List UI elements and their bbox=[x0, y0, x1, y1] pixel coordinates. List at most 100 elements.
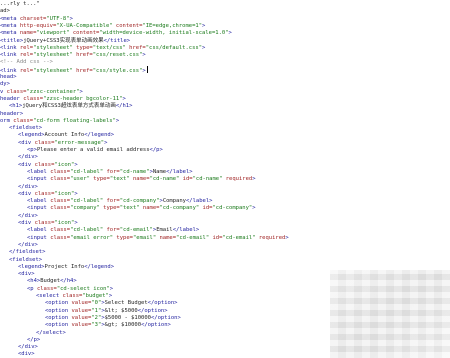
code-token: <input bbox=[27, 176, 51, 183]
code-line[interactable]: <h1>jQuery和CSS3超炫表单方式表单动画</h1> bbox=[9, 102, 132, 110]
code-token: name= bbox=[19, 30, 37, 37]
code-token: <option bbox=[45, 307, 72, 314]
code-line[interactable]: <p>Please enter a valid email address</p… bbox=[27, 146, 163, 154]
code-token: "zzsc-container" bbox=[26, 88, 80, 95]
code-token: value= bbox=[71, 322, 92, 329]
code-token: "cd-email" bbox=[222, 234, 256, 241]
code-token: "X-UA-Compatible" bbox=[56, 22, 113, 29]
code-token: </legend> bbox=[84, 263, 115, 270]
code-token: type= bbox=[89, 176, 110, 183]
code-token: name= bbox=[139, 205, 160, 212]
code-token: "company" bbox=[70, 205, 100, 212]
text-cursor bbox=[146, 65, 148, 73]
code-token: id= bbox=[209, 234, 223, 241]
code-token: <h1> bbox=[9, 103, 23, 110]
code-token: </label> bbox=[172, 227, 200, 234]
code-token: <input bbox=[27, 234, 51, 241]
code-token: </option> bbox=[141, 322, 171, 329]
code-token: &lt; $5000 bbox=[104, 307, 138, 314]
code-token: type= bbox=[113, 234, 133, 241]
code-token: "text/css" bbox=[92, 44, 126, 51]
code-token: "stylesheet" bbox=[33, 52, 73, 59]
code-token: "cd-name" bbox=[119, 168, 150, 175]
code-line[interactable]: <div> bbox=[18, 350, 35, 358]
code-token: </legend> bbox=[84, 132, 115, 139]
code-token: </label> bbox=[186, 198, 213, 205]
code-token: class= bbox=[50, 205, 71, 212]
code-token: class= bbox=[36, 285, 57, 292]
code-token: "user" bbox=[70, 176, 90, 183]
code-token: ad> bbox=[0, 8, 10, 15]
code-token: "cd-select icon" bbox=[56, 285, 110, 292]
code-token: class= bbox=[6, 88, 27, 95]
code-token: Select Budget bbox=[104, 300, 148, 307]
code-token: > bbox=[142, 67, 146, 74]
code-token: > bbox=[74, 190, 78, 197]
code-token: <meta bbox=[0, 22, 20, 29]
code-token: "stylesheet" bbox=[33, 67, 73, 74]
code-token: > bbox=[108, 293, 113, 299]
code-token: class= bbox=[34, 161, 55, 168]
code-token: class= bbox=[34, 139, 55, 146]
code-token: type= bbox=[99, 205, 120, 212]
code-token: <option bbox=[45, 300, 72, 307]
code-token: value= bbox=[71, 307, 92, 314]
code-token: class= bbox=[50, 227, 71, 234]
code-token: > bbox=[74, 220, 78, 226]
code-token: </fieldset> bbox=[9, 249, 46, 256]
code-token: name= bbox=[129, 176, 150, 183]
code-token: "email" bbox=[132, 234, 157, 241]
code-token: </div> bbox=[18, 344, 38, 351]
code-token: </div> bbox=[18, 241, 38, 248]
code-line[interactable]: <input class="company" type="text" name=… bbox=[27, 204, 256, 212]
code-token: </div> bbox=[18, 183, 38, 190]
code-token: "cd-label" bbox=[70, 168, 104, 175]
code-token: jQuery和CSS3超炫表单方式表单动画 bbox=[22, 103, 116, 110]
code-token: <input bbox=[27, 205, 51, 212]
code-token: Name bbox=[152, 168, 167, 175]
code-token: "cd-name" bbox=[149, 176, 180, 183]
code-token: href= bbox=[125, 44, 146, 51]
code-token: </p> bbox=[149, 147, 163, 153]
code-token: for= bbox=[103, 198, 120, 205]
code-token: > bbox=[142, 52, 146, 59]
code-token: </div> bbox=[18, 154, 38, 161]
code-line[interactable]: <input class="user" type="text" name="cd… bbox=[27, 175, 256, 183]
code-token: header> bbox=[0, 110, 24, 117]
code-token: <label bbox=[27, 227, 51, 234]
code-token: "text" bbox=[119, 205, 140, 212]
code-token: required bbox=[255, 234, 286, 241]
code-token: id= bbox=[179, 176, 193, 183]
code-token: <fieldset> bbox=[9, 125, 43, 132]
code-token: "0" bbox=[91, 300, 102, 307]
code-line[interactable]: <link rel="stylesheet" href="css/style.c… bbox=[0, 65, 148, 74]
code-token: > bbox=[115, 117, 120, 124]
code-token: </p> bbox=[27, 336, 41, 343]
code-token: "cd-company" bbox=[212, 205, 253, 212]
code-token: id= bbox=[199, 205, 213, 212]
code-token: rel= bbox=[19, 44, 34, 51]
code-token: > bbox=[285, 234, 289, 241]
code-token: class= bbox=[50, 198, 71, 205]
code-token: class= bbox=[50, 168, 71, 175]
code-token: href= bbox=[72, 52, 93, 59]
code-token: > bbox=[74, 161, 78, 168]
code-token: <div bbox=[18, 220, 35, 226]
code-token: > bbox=[109, 285, 114, 292]
code-token: </option> bbox=[147, 300, 178, 307]
code-token: </h4> bbox=[60, 278, 77, 285]
code-token: <div bbox=[18, 139, 35, 146]
code-token: class= bbox=[23, 95, 44, 102]
code-token: <fieldset> bbox=[9, 256, 43, 263]
code-line[interactable]: </select> bbox=[36, 329, 66, 337]
code-token: "3" bbox=[91, 322, 102, 329]
code-token: "cd-label" bbox=[70, 198, 104, 205]
code-token: "1" bbox=[91, 307, 102, 314]
code-token: > bbox=[202, 22, 206, 29]
code-line[interactable]: <input class="email error" type="email" … bbox=[27, 234, 289, 242]
code-token: <title> bbox=[0, 37, 24, 44]
code-token: "css/style.css" bbox=[92, 67, 143, 74]
code-token: href= bbox=[72, 67, 93, 74]
code-token: > bbox=[228, 30, 232, 37]
code-token: class= bbox=[34, 190, 55, 197]
